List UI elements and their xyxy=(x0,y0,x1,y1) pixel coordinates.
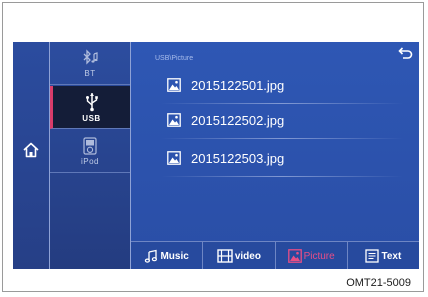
breadcrumb-path: USB\Picture xyxy=(155,55,194,62)
text-doc-icon xyxy=(365,249,380,263)
file-item[interactable]: 2015122502.jpg xyxy=(167,105,397,135)
tab-picture-label: Picture xyxy=(303,250,335,262)
image-file-icon xyxy=(167,151,181,165)
source-bt-label: BT xyxy=(84,68,96,78)
source-ipod-label: iPod xyxy=(80,156,99,166)
file-name: 2015122502.jpg xyxy=(191,112,285,128)
media-type-tabs: Music video Picture Text xyxy=(131,241,419,269)
home-icon xyxy=(23,142,39,158)
film-icon xyxy=(217,249,233,263)
picture-icon xyxy=(287,249,302,263)
file-item[interactable]: 2015122501.jpg xyxy=(167,70,397,100)
ipod-icon xyxy=(83,136,97,155)
row-divider xyxy=(161,103,403,104)
source-bt[interactable]: BT xyxy=(50,42,130,85)
tab-video-label: video xyxy=(234,250,261,262)
image-file-icon xyxy=(167,78,181,92)
tab-text-label: Text xyxy=(381,250,402,262)
tab-text[interactable]: Text xyxy=(348,242,419,269)
home-button[interactable] xyxy=(21,140,41,160)
image-file-icon xyxy=(167,113,181,127)
usb-icon xyxy=(85,92,98,111)
head-unit-screen: BT USB iPod USB\Picture 2015122501.jpg 2… xyxy=(13,42,419,269)
row-divider xyxy=(161,176,403,177)
source-column: BT USB iPod xyxy=(50,42,131,269)
file-name: 2015122501.jpg xyxy=(191,77,285,93)
bluetooth-music-icon xyxy=(83,48,98,65)
file-item[interactable]: 2015122503.jpg xyxy=(167,143,397,173)
figure-frame: BT USB iPod USB\Picture 2015122501.jpg 2… xyxy=(2,2,424,292)
file-name: 2015122503.jpg xyxy=(191,150,285,166)
row-divider xyxy=(161,138,403,139)
figure-code: OMT21-5009 xyxy=(346,277,411,289)
file-browser: USB\Picture 2015122501.jpg 2015122502.jp… xyxy=(131,42,419,269)
source-usb[interactable]: USB xyxy=(50,86,130,129)
tab-picture[interactable]: Picture xyxy=(276,242,348,269)
music-note-icon xyxy=(145,249,158,263)
tab-music[interactable]: Music xyxy=(131,242,204,269)
home-column xyxy=(13,42,50,269)
tab-video[interactable]: video xyxy=(203,242,276,269)
source-ipod[interactable]: iPod xyxy=(50,130,130,173)
back-arrow-icon xyxy=(398,47,413,59)
tab-music-label: Music xyxy=(160,250,189,262)
source-usb-label: USB xyxy=(82,113,101,123)
back-button[interactable] xyxy=(395,45,415,61)
